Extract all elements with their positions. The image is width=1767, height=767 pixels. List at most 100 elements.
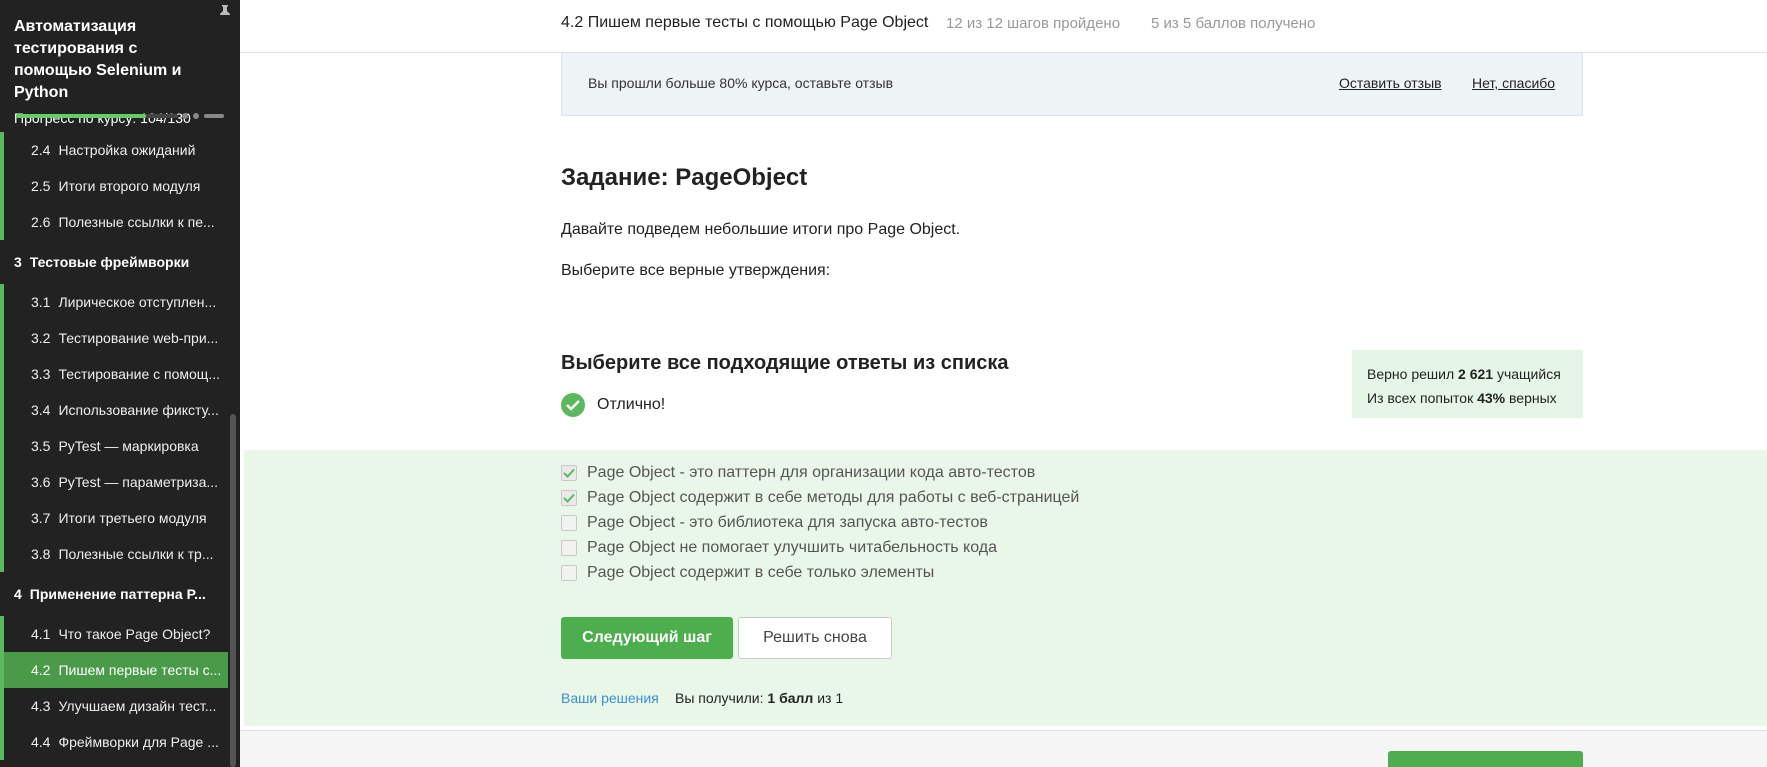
sidebar-item-label: Итоги третьего модуля — [58, 510, 207, 526]
sidebar-item-label: Применение паттерна P... — [29, 586, 206, 602]
answer-option[interactable]: Page Object содержит в себе методы для р… — [561, 489, 1079, 507]
task-paragraph: Выберите все верные утверждения: — [561, 262, 831, 279]
progress-bar — [16, 113, 226, 119]
answer-option-label: Page Object - это библиотека для запуска… — [587, 514, 988, 531]
sidebar-item-number: 4.2 — [31, 662, 51, 678]
sidebar-lesson[interactable]: 4.4 Фреймворки для Page ... — [0, 724, 228, 760]
sidebar-lesson[interactable]: 3.7 Итоги третьего модуля — [0, 500, 228, 536]
answer-option-label: Page Object - это паттерн для организаци… — [587, 464, 1036, 481]
quiz-heading: Выберите все подходящие ответы из списка — [561, 352, 1009, 374]
leave-review-link[interactable]: Оставить отзыв — [1339, 75, 1442, 91]
sidebar-item-number: 3.8 — [31, 546, 51, 562]
sidebar-lesson[interactable]: 2.5 Итоги второго модуля — [0, 168, 228, 204]
progress-bar-fill — [16, 114, 146, 118]
result-text: Отлично! — [597, 396, 666, 413]
sidebar-item-number: 4 — [14, 586, 22, 602]
course-sidebar: Автоматизация тестирования с помощью Sel… — [0, 0, 240, 767]
sidebar-item-number: 2.6 — [31, 214, 51, 230]
sidebar-item-number: 3.2 — [31, 330, 51, 346]
sidebar-item-label: Использование фиксту... — [58, 402, 219, 418]
sidebar-item-label: Полезные ссылки к пе... — [58, 214, 215, 230]
sidebar-item-label: Улучшаем дизайн тест... — [58, 698, 217, 714]
sidebar-item-label: Полезные ссылки к тр... — [58, 546, 214, 562]
task-heading: Задание: PageObject — [561, 164, 808, 191]
sidebar-item-label: Что такое Page Object? — [58, 626, 211, 642]
sidebar-item-label: Настройка ожиданий — [58, 142, 196, 158]
solve-again-button[interactable]: Решить снова — [738, 617, 892, 659]
sidebar-item-number: 3.7 — [31, 510, 51, 526]
sidebar-item-number: 3.4 — [31, 402, 51, 418]
checkbox-checked[interactable] — [561, 490, 577, 506]
sidebar-nav: 2.4 Настройка ожиданий 2.5 Итоги второго мо… — [0, 132, 228, 760]
task-paragraph: Давайте подведем небольшие итоги про Pag… — [561, 221, 961, 238]
course-title[interactable]: Автоматизация тестирования с помощью Sel… — [14, 16, 214, 104]
answer-option[interactable]: Page Object содержит в себе только элеме… — [561, 564, 934, 582]
sidebar-lesson[interactable]: 3.5 PyTest — маркировка — [0, 428, 228, 464]
answer-option-label: Page Object не помогает улучшить читабел… — [587, 539, 998, 556]
checkbox-checked[interactable] — [561, 465, 577, 481]
sidebar-item-label: Тестовые фреймворки — [29, 254, 190, 270]
sidebar-lesson[interactable]: 3.1 Лирическое отступлен... — [0, 284, 228, 320]
answer-option[interactable]: Page Object не помогает улучшить читабел… — [561, 539, 997, 557]
step-footer — [240, 730, 1767, 767]
sidebar-lesson[interactable]: 3.2 Тестирование web-при... — [0, 320, 228, 356]
sidebar-item-label: Тестирование с помощ... — [58, 366, 220, 382]
sidebar-header: Автоматизация тестирования с помощью Sel… — [0, 0, 240, 132]
quiz-result: Отлично! — [561, 393, 665, 417]
sidebar-lesson[interactable]: 3.4 Использование фиксту... — [0, 392, 228, 428]
sidebar-lesson[interactable]: 4.2 Пишем первые тесты с... — [0, 652, 228, 688]
lesson-header: 4.2 Пишем первые тесты с помощью Page Ob… — [240, 0, 1767, 53]
answer-option-label: Page Object содержит в себе только элеме… — [587, 564, 935, 581]
sidebar-item-number: 4.1 — [31, 626, 51, 642]
sidebar-item-label: Итоги второго модуля — [58, 178, 201, 194]
review-banner: Вы прошли больше 80% курса, оставьте отз… — [561, 53, 1583, 116]
sidebar-item-label: Лирическое отступлен... — [58, 294, 217, 310]
answer-option-label: Page Object содержит в себе методы для р… — [587, 489, 1080, 506]
steps-progress: 12 из 12 шагов пройдено — [946, 15, 1121, 32]
quiz-stats: Верно решил 2 621 учащийся Из всех попыт… — [1352, 350, 1583, 418]
sidebar-item-number: 3.5 — [31, 438, 51, 454]
review-message: Вы прошли больше 80% курса, оставьте отз… — [588, 75, 894, 91]
sidebar-lesson[interactable]: 4.3 Улучшаем дизайн тест... — [0, 688, 228, 724]
stats-attempts: Из всех попыток 43% верных — [1367, 390, 1557, 406]
sidebar-item-number: 3.6 — [31, 474, 51, 490]
sidebar-item-label: PyTest — маркировка — [58, 438, 199, 454]
answer-option[interactable]: Page Object - это библиотека для запуска… — [561, 514, 988, 532]
score-progress: 5 из 5 баллов получено — [1151, 15, 1316, 32]
sidebar-lesson[interactable]: 3.3 Тестирование с помощ... — [0, 356, 228, 392]
checkbox[interactable] — [561, 515, 577, 531]
sidebar-item-number: 4.4 — [31, 734, 51, 750]
sidebar-lesson[interactable]: 2.4 Настройка ожиданий — [0, 132, 228, 168]
checkbox[interactable] — [561, 540, 577, 556]
sidebar-item-label: Фреймворки для Page ... — [58, 734, 219, 750]
your-solutions-link[interactable]: Ваши решения — [561, 690, 659, 706]
sidebar-item-number: 3 — [14, 254, 22, 270]
sidebar-item-number: 4.3 — [31, 698, 51, 714]
sidebar-module[interactable]: 3 Тестовые фреймворки — [0, 240, 228, 284]
sidebar-item-label: Тестирование web-при... — [58, 330, 219, 346]
sidebar-item-number: 2.4 — [31, 142, 51, 158]
sidebar-lesson[interactable]: 4.1 Что такое Page Object? — [0, 616, 228, 652]
lesson-title: 4.2 Пишем первые тесты с помощью Page Ob… — [561, 14, 929, 31]
success-check-icon — [561, 393, 585, 417]
checkbox[interactable] — [561, 565, 577, 581]
answer-zone: Page Object - это паттерн для организаци… — [244, 450, 1767, 726]
sidebar-item-number: 3.1 — [31, 294, 51, 310]
sidebar-item-label: PyTest — параметриза... — [58, 474, 219, 490]
stats-solved: Верно решил 2 621 учащийся — [1367, 366, 1561, 382]
sidebar-lesson[interactable]: 3.8 Полезные ссылки к тр... — [0, 536, 228, 572]
answer-option[interactable]: Page Object - это паттерн для организаци… — [561, 464, 1035, 482]
sidebar-lesson[interactable]: 3.6 PyTest — параметриза... — [0, 464, 228, 500]
sidebar-lesson[interactable]: 2.6 Полезные ссылки к пе... — [0, 204, 228, 240]
pin-icon[interactable] — [218, 4, 232, 20]
next-lesson-button[interactable] — [1388, 751, 1583, 767]
progress-markers — [182, 113, 224, 119]
next-step-button[interactable]: Следующий шаг — [561, 617, 733, 659]
sidebar-module[interactable]: 4 Применение паттерна P... — [0, 572, 228, 616]
no-thanks-link[interactable]: Нет, спасибо — [1472, 75, 1555, 91]
sidebar-item-number: 2.5 — [31, 178, 51, 194]
sidebar-item-label: Пишем первые тесты с... — [58, 662, 222, 678]
progress-label: Прогресс по курсу: — [14, 110, 137, 126]
sidebar-item-number: 3.3 — [31, 366, 51, 382]
sidebar-scrollbar[interactable] — [230, 414, 236, 767]
